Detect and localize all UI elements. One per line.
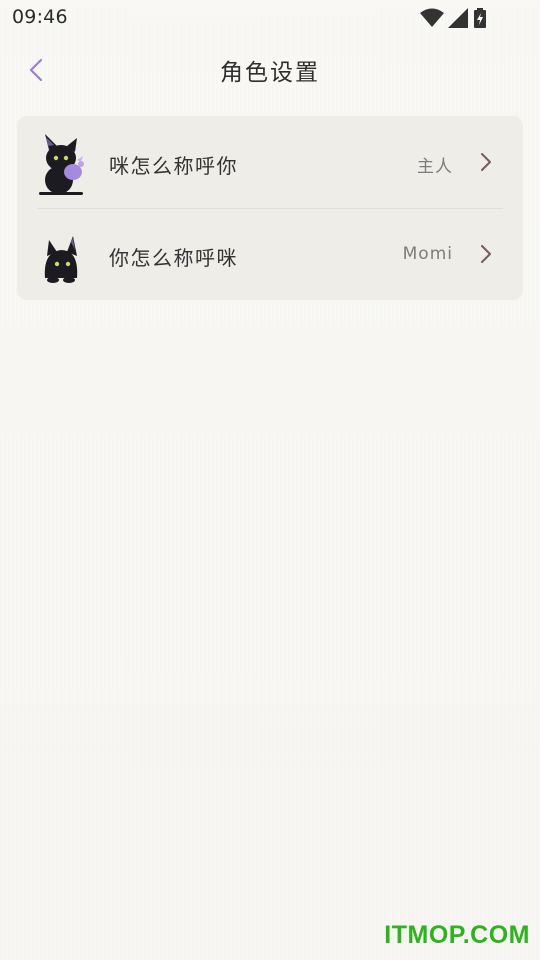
setting-value: Momi: [402, 244, 453, 264]
cat-with-toy-icon: [39, 134, 84, 195]
wifi-icon: [420, 8, 444, 27]
setting-value: 主人: [417, 157, 453, 177]
screen: 09:46 角色设置 咪怎么称呼你 主人 你怎么称呼咪 Momi ITMOP.C…: [0, 0, 540, 960]
cat-peeking-icon: [44, 236, 78, 283]
signal-icon: [448, 8, 468, 28]
setting-row-you-call-cat[interactable]: 你怎么称呼咪 Momi: [17, 208, 523, 300]
chevron-right-icon: [481, 245, 491, 263]
page-title: 角色设置: [220, 60, 320, 86]
battery-charging-icon: [474, 8, 486, 28]
setting-row-cat-calls-you[interactable]: 咪怎么称呼你 主人: [17, 116, 523, 208]
chevron-right-icon: [481, 153, 491, 171]
watermark: ITMOP.COM: [384, 921, 530, 949]
status-bar: 09:46: [0, 0, 540, 34]
settings-card: 咪怎么称呼你 主人 你怎么称呼咪 Momi: [17, 116, 523, 300]
status-icons: [420, 8, 500, 28]
setting-label: 咪怎么称呼你: [109, 154, 238, 178]
header: 角色设置: [0, 36, 540, 102]
setting-label: 你怎么称呼咪: [109, 246, 238, 270]
status-time: 09:46: [12, 6, 68, 28]
